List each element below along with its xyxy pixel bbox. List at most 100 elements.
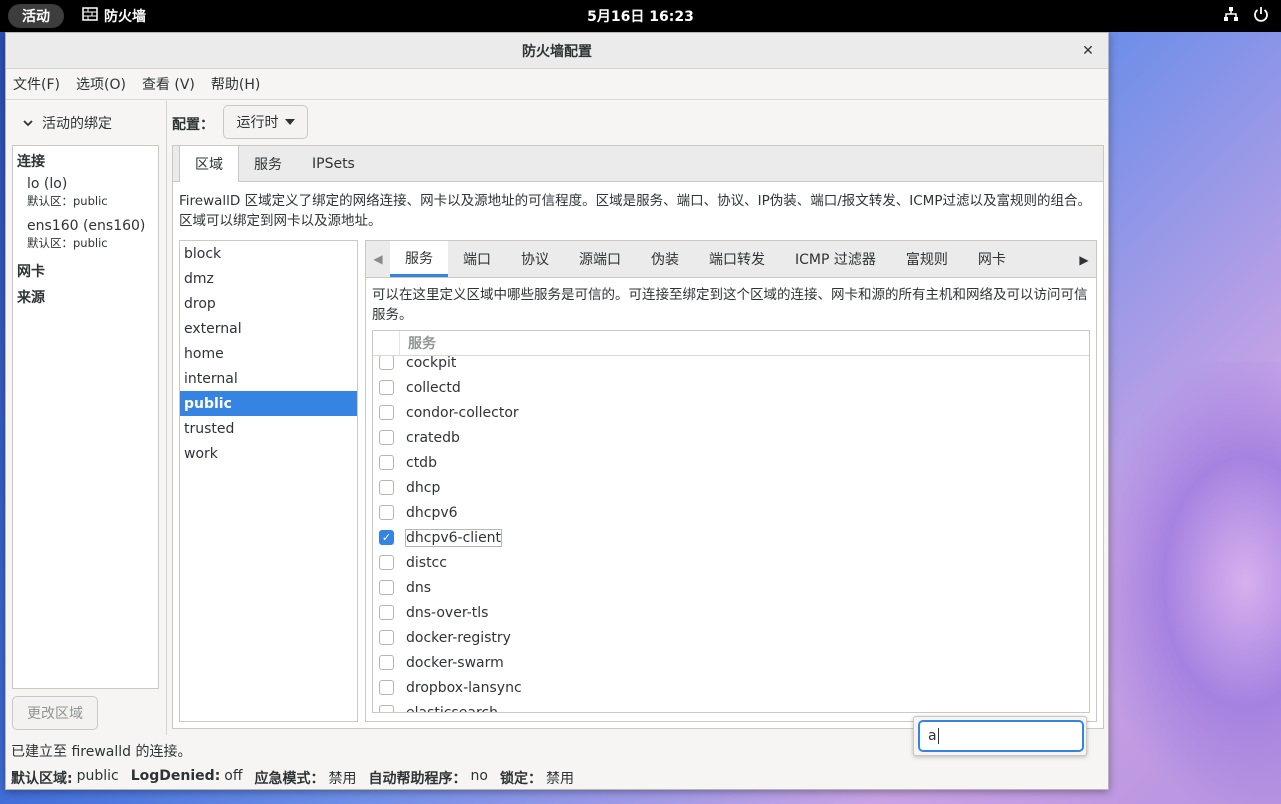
service-row[interactable]: dhcp [373, 475, 1089, 500]
service-name: docker-registry [406, 629, 511, 646]
firewall-config-window: 防火墙配置 ✕ 文件(F) 选项(O) 查看 (V) 帮助(H) 活动的绑定 连… [5, 32, 1109, 790]
service-checkbox[interactable] [379, 555, 394, 570]
zone-tab-masquerade[interactable]: 伪装 [636, 241, 694, 277]
service-checkbox[interactable] [379, 580, 394, 595]
log-denied-label: LogDenied: [130, 768, 221, 784]
zone-tab-services[interactable]: 服务 [390, 241, 448, 277]
service-row[interactable]: dns [373, 575, 1089, 600]
zone-item-work[interactable]: work [180, 441, 357, 466]
configuration-label: 配置： [172, 117, 214, 133]
zone-item-drop[interactable]: drop [180, 291, 357, 316]
bindings-list: 连接 lo (lo) 默认区：public ens160 (ens160) 默认… [12, 145, 159, 689]
network-icon[interactable] [1223, 6, 1239, 26]
connection-name: lo (lo) [27, 176, 68, 192]
service-checkbox[interactable] [379, 630, 394, 645]
system-tray[interactable] [1223, 6, 1269, 26]
zone-tab-interfaces[interactable]: 网卡 [963, 241, 1021, 277]
search-input[interactable]: a [918, 720, 1084, 752]
service-row[interactable]: condor-collector [373, 400, 1089, 425]
service-row[interactable]: dns-over-tls [373, 600, 1089, 625]
sources-header[interactable]: 来源 [17, 287, 45, 307]
service-checkbox[interactable] [379, 430, 394, 445]
default-zone-value: public [76, 768, 119, 784]
change-zone-button[interactable]: 更改区域 [12, 696, 98, 730]
service-name: cratedb [406, 429, 460, 446]
tab-zones[interactable]: 区域 [179, 146, 239, 182]
service-checkbox[interactable] [379, 605, 394, 620]
service-row[interactable]: docker-swarm [373, 650, 1089, 675]
zone-item-dmz[interactable]: dmz [180, 266, 357, 291]
service-row[interactable]: docker-registry [373, 625, 1089, 650]
services-rows: cockpit collectd condor-collector cratedb ct… [373, 350, 1089, 712]
zone-item-trusted[interactable]: trusted [180, 416, 357, 441]
active-bindings-expander[interactable]: 活动的绑定 [22, 113, 112, 133]
main-tab-bar: 区域 服务 IPSets [173, 146, 1103, 182]
zone-tab-bar: ◀ 服务 端口 协议 源端口 伪装 端口转发 ICMP 过滤器 富规则 网卡 ▶ [366, 241, 1096, 278]
services-table-header: 服务 [373, 331, 1089, 356]
clock[interactable]: 5月16日 16:23 [0, 0, 1281, 32]
service-row[interactable]: elasticsearch [373, 700, 1089, 712]
activities-button[interactable]: 活动 [8, 4, 64, 28]
service-checkbox[interactable]: ✓ [379, 530, 394, 545]
zone-tab-icmp-filter[interactable]: ICMP 过滤器 [780, 241, 891, 277]
service-name: cockpit [406, 354, 457, 371]
service-row[interactable]: cratedb [373, 425, 1089, 450]
connection-item-lo[interactable]: lo (lo) 默认区：public [27, 176, 108, 209]
zone-item-external[interactable]: external [180, 316, 357, 341]
service-checkbox[interactable] [379, 505, 394, 520]
zone-list: block dmz drop external home internal pu… [179, 240, 358, 722]
service-checkbox[interactable] [379, 680, 394, 695]
scroll-right-icon[interactable]: ▶ [1072, 241, 1096, 278]
main-notebook: 区域 服务 IPSets FirewallD 区域定义了绑定的网络连接、网卡以及… [172, 145, 1104, 729]
service-row[interactable]: ctdb [373, 450, 1089, 475]
zone-item-block[interactable]: block [180, 241, 357, 266]
service-name: distcc [406, 554, 447, 571]
window-titlebar[interactable]: 防火墙配置 ✕ [6, 33, 1108, 69]
services-column-header[interactable]: 服务 [400, 333, 436, 353]
configuration-dropdown[interactable]: 运行时 [223, 105, 308, 139]
connections-header[interactable]: 连接 [17, 151, 45, 171]
zone-item-public[interactable]: public [180, 391, 357, 416]
service-name: dns [406, 579, 432, 596]
zone-tab-source-ports[interactable]: 源端口 [564, 241, 636, 277]
service-row[interactable]: dropbox-lansync [373, 675, 1089, 700]
text-cursor [937, 728, 939, 744]
menu-view[interactable]: 查看 (V) [142, 74, 195, 94]
zone-tab-protocols[interactable]: 协议 [506, 241, 564, 277]
menu-help[interactable]: 帮助(H) [211, 74, 260, 94]
service-checkbox[interactable] [379, 705, 394, 712]
service-row[interactable]: collectd [373, 375, 1089, 400]
menu-options[interactable]: 选项(O) [76, 74, 126, 94]
connection-status: 已建立至 firewalld 的连接。 [11, 744, 192, 760]
zone-item-internal[interactable]: internal [180, 366, 357, 391]
zone-tab-ports[interactable]: 端口 [448, 241, 506, 277]
service-name: ctdb [406, 454, 437, 471]
zone-tab-rich-rules[interactable]: 富规则 [891, 241, 963, 277]
app-menu-label: 防火墙 [104, 9, 146, 25]
default-zone-label: 默认区域: [11, 771, 73, 787]
power-icon[interactable] [1253, 6, 1269, 26]
service-checkbox[interactable] [379, 355, 394, 370]
interfaces-header[interactable]: 网卡 [17, 261, 45, 281]
service-checkbox[interactable] [379, 655, 394, 670]
checkbox-column-header[interactable] [373, 331, 400, 356]
service-checkbox[interactable] [379, 405, 394, 420]
app-menu[interactable]: 防火墙 [82, 6, 146, 26]
service-row[interactable]: ✓ dhcpv6-client [373, 525, 1089, 550]
close-icon[interactable]: ✕ [1078, 41, 1098, 61]
scroll-left-icon[interactable]: ◀ [366, 241, 390, 277]
menu-file[interactable]: 文件(F) [13, 74, 60, 94]
service-row[interactable]: distcc [373, 550, 1089, 575]
zone-item-home[interactable]: home [180, 341, 357, 366]
connection-name: ens160 (ens160) [27, 218, 146, 234]
service-checkbox[interactable] [379, 480, 394, 495]
service-row[interactable]: dhcpv6 [373, 500, 1089, 525]
firewall-app-icon [82, 7, 98, 25]
zone-tab-port-forwarding[interactable]: 端口转发 [694, 241, 780, 277]
connection-item-ens160[interactable]: ens160 (ens160) 默认区：public [27, 218, 145, 251]
service-checkbox[interactable] [379, 380, 394, 395]
services-table[interactable]: cockpit collectd condor-collector cratedb ct… [372, 330, 1090, 713]
service-checkbox[interactable] [379, 455, 394, 470]
tab-services[interactable]: 服务 [239, 146, 297, 181]
tab-ipsets[interactable]: IPSets [297, 146, 370, 181]
